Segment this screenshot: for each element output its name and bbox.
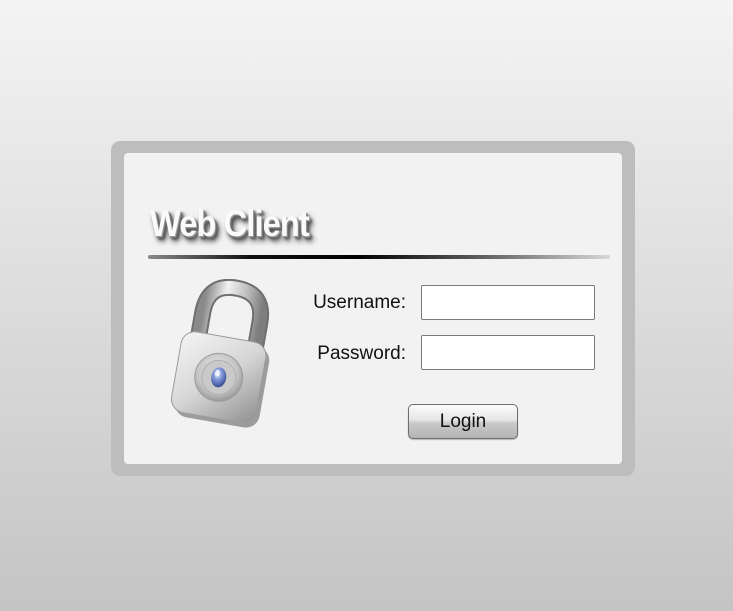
username-label: Username: bbox=[313, 292, 406, 313]
login-panel-body: Web Client Username: Password: Login bbox=[124, 153, 622, 464]
login-button[interactable]: Login bbox=[408, 404, 518, 439]
password-label: Password: bbox=[317, 343, 406, 364]
title-divider bbox=[148, 255, 610, 259]
username-input[interactable] bbox=[421, 285, 595, 320]
app-title: Web Client bbox=[150, 203, 310, 244]
padlock-icon bbox=[170, 279, 270, 428]
login-panel: Web Client Username: Password: Login bbox=[111, 141, 635, 476]
password-input[interactable] bbox=[421, 335, 595, 370]
